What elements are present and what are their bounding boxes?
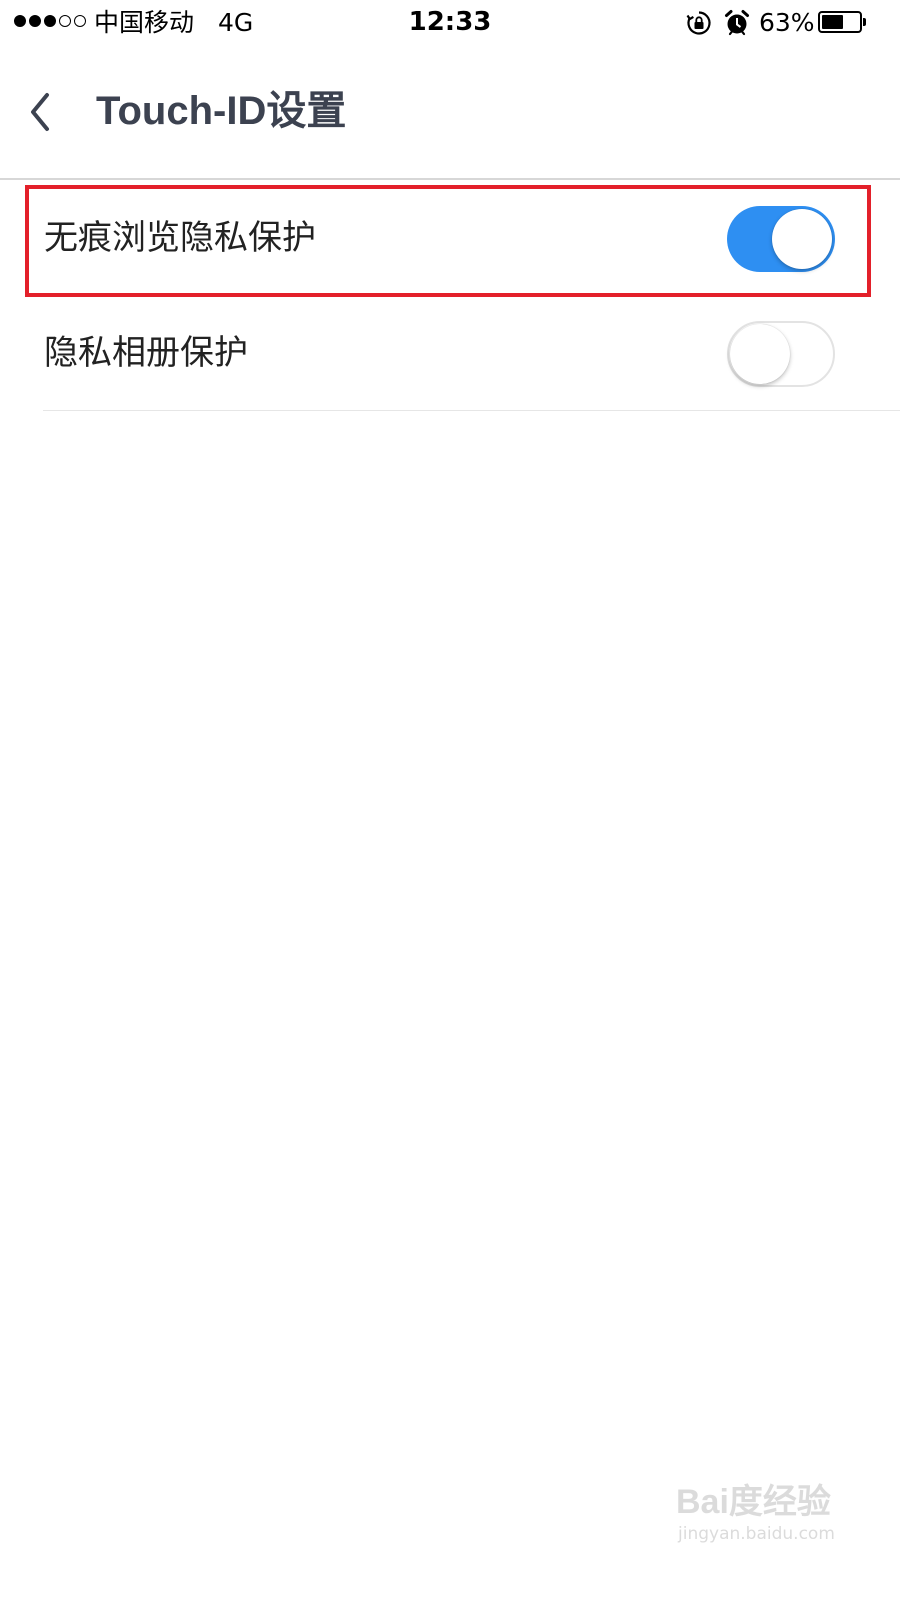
- setting-row-album-privacy: 隐私相册保护: [0, 297, 900, 411]
- battery-percentage: 63%: [759, 8, 815, 37]
- back-button[interactable]: [22, 84, 62, 140]
- navigation-bar: Touch-ID设置: [0, 46, 900, 180]
- rotation-lock-icon: [686, 11, 711, 35]
- status-bar: 中国移动 4G 12:33 63%: [0, 0, 900, 46]
- watermark-logo: Bai度经验: [676, 1483, 831, 1521]
- album-privacy-toggle[interactable]: [727, 321, 835, 387]
- page-title: Touch-ID设置: [96, 89, 347, 133]
- battery-icon: [818, 11, 866, 33]
- toggle-knob: [730, 324, 790, 384]
- setting-label: 隐私相册保护: [44, 333, 248, 373]
- alarm-icon: [725, 10, 749, 36]
- divider: [43, 410, 900, 411]
- chevron-left-icon: [31, 93, 49, 131]
- watermark-url: jingyan.baidu.com: [678, 1524, 835, 1544]
- baidu-jingyan-watermark: Bai度经验 jingyan.baidu.com: [672, 1466, 872, 1556]
- highlight-annotation-box: [25, 185, 871, 297]
